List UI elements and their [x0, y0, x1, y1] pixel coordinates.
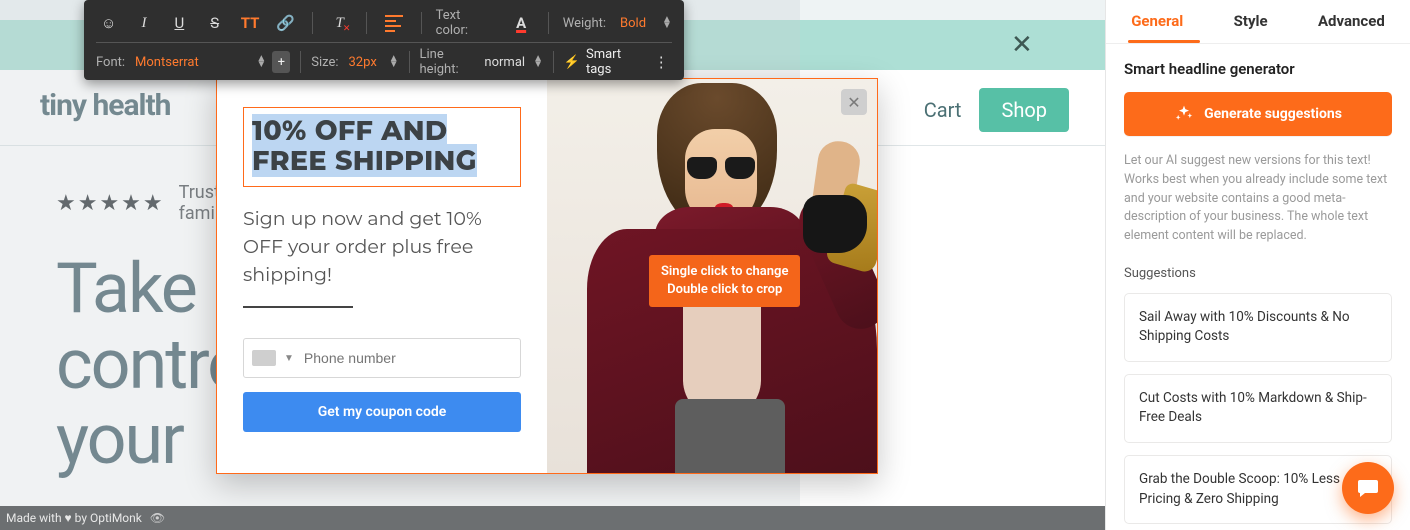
smart-tags-button[interactable]: Smart tags	[586, 47, 639, 77]
popup-left: 10% OFF AND FREE SHIPPING Sign up now an…	[217, 79, 547, 473]
banner-close-icon[interactable]: ✕	[1009, 32, 1035, 58]
nav-cart[interactable]: Cart	[924, 98, 962, 122]
headline-line-1[interactable]: 10% OFF AND	[252, 114, 447, 147]
site-logo: tiny health	[40, 88, 170, 123]
stars-icon: ★★★★★	[56, 191, 165, 216]
tab-general[interactable]: General	[1129, 8, 1185, 40]
weight-value[interactable]: Bold	[620, 16, 646, 31]
add-font-button[interactable]: +	[272, 51, 290, 73]
size-value[interactable]: 32px	[349, 55, 377, 70]
cta-button[interactable]: Get my coupon code	[243, 392, 521, 432]
suggestion-card[interactable]: Cut Costs with 10% Markdown & Ship-Free …	[1124, 374, 1392, 443]
generate-suggestions-label: Generate suggestions	[1204, 106, 1342, 122]
popup-subtext[interactable]: Sign up now and get 10% OFF your order p…	[243, 205, 521, 288]
nav-shop-button[interactable]: Shop	[979, 88, 1069, 132]
headline-line-2[interactable]: FREE SHIPPING	[252, 144, 477, 177]
popup-image[interactable]: ✕ Single click to change Double click to…	[547, 79, 877, 473]
phone-input-group[interactable]: ▼	[243, 338, 521, 378]
lineheight-stepper-icon[interactable]	[533, 56, 543, 68]
toolbar-more-icon[interactable]: ⋮	[651, 49, 672, 75]
made-with-label: Made with ♥ by OptiMonk	[6, 511, 142, 525]
panel-tabs: General Style Advanced	[1106, 0, 1410, 40]
popup-close-icon[interactable]: ✕	[841, 89, 867, 115]
lineheight-value[interactable]: normal	[484, 55, 525, 70]
size-label: Size:	[311, 55, 338, 70]
popup-modal[interactable]: 10% OFF AND FREE SHIPPING Sign up now an…	[216, 78, 878, 474]
tab-style[interactable]: Style	[1232, 8, 1270, 40]
divider	[243, 306, 353, 308]
strikethrough-icon[interactable]: S	[202, 10, 227, 36]
tab-advanced[interactable]: Advanced	[1316, 8, 1387, 40]
preview-area: se of a Baseline Assessment ✕ tiny healt…	[0, 0, 1105, 530]
text-color-label: Text color:	[436, 8, 495, 38]
image-hint-line2: Double click to crop	[661, 281, 788, 299]
bolt-icon: ⚡	[564, 55, 580, 70]
textcase-icon[interactable]: TT	[237, 10, 262, 36]
weight-label: Weight:	[563, 16, 606, 31]
italic-icon[interactable]: I	[131, 10, 156, 36]
site-nav: Cart Shop	[924, 88, 1069, 132]
image-hint-line1: Single click to change	[661, 263, 788, 281]
chat-fab[interactable]	[1342, 462, 1394, 514]
underline-icon[interactable]: U	[167, 10, 192, 36]
font-label: Font:	[96, 55, 125, 70]
emoji-icon[interactable]: ☺	[96, 10, 121, 36]
panel-description: Let our AI suggest new versions for this…	[1124, 152, 1392, 246]
font-stepper-icon[interactable]	[256, 56, 266, 68]
panel-title: Smart headline generator	[1124, 60, 1392, 78]
clear-format-icon[interactable]: T✕	[327, 10, 352, 36]
phone-number-input[interactable]	[302, 349, 512, 367]
visibility-icon[interactable]: 👁	[150, 511, 165, 525]
country-flag-icon[interactable]	[252, 350, 276, 366]
suggestions-label: Suggestions	[1124, 266, 1392, 281]
chat-icon	[1356, 476, 1380, 500]
size-stepper-icon[interactable]	[389, 56, 399, 68]
link-icon[interactable]: 🔗	[273, 10, 298, 36]
suggestion-card[interactable]: Sail Away with 10% Discounts & No Shippi…	[1124, 293, 1392, 362]
align-icon[interactable]	[381, 10, 406, 36]
font-value[interactable]: Montserrat	[135, 55, 199, 70]
weight-stepper-icon[interactable]	[662, 17, 672, 29]
generate-suggestions-button[interactable]: Generate suggestions	[1124, 92, 1392, 136]
headline-element-selected[interactable]: 10% OFF AND FREE SHIPPING	[243, 107, 521, 187]
side-panel: General Style Advanced Smart headline ge…	[1105, 0, 1410, 530]
sparkle-icon	[1174, 104, 1194, 124]
lineheight-label: Line height:	[420, 47, 475, 77]
text-toolbar[interactable]: ☺ I U S TT 🔗 T✕ Text color: A Weight: Bo…	[84, 0, 684, 80]
text-color-picker[interactable]: A	[508, 10, 533, 36]
footer-note: Made with ♥ by OptiMonk 👁	[0, 506, 1105, 530]
country-dropdown-icon[interactable]: ▼	[284, 353, 294, 364]
image-edit-tooltip: Single click to change Double click to c…	[649, 255, 800, 307]
